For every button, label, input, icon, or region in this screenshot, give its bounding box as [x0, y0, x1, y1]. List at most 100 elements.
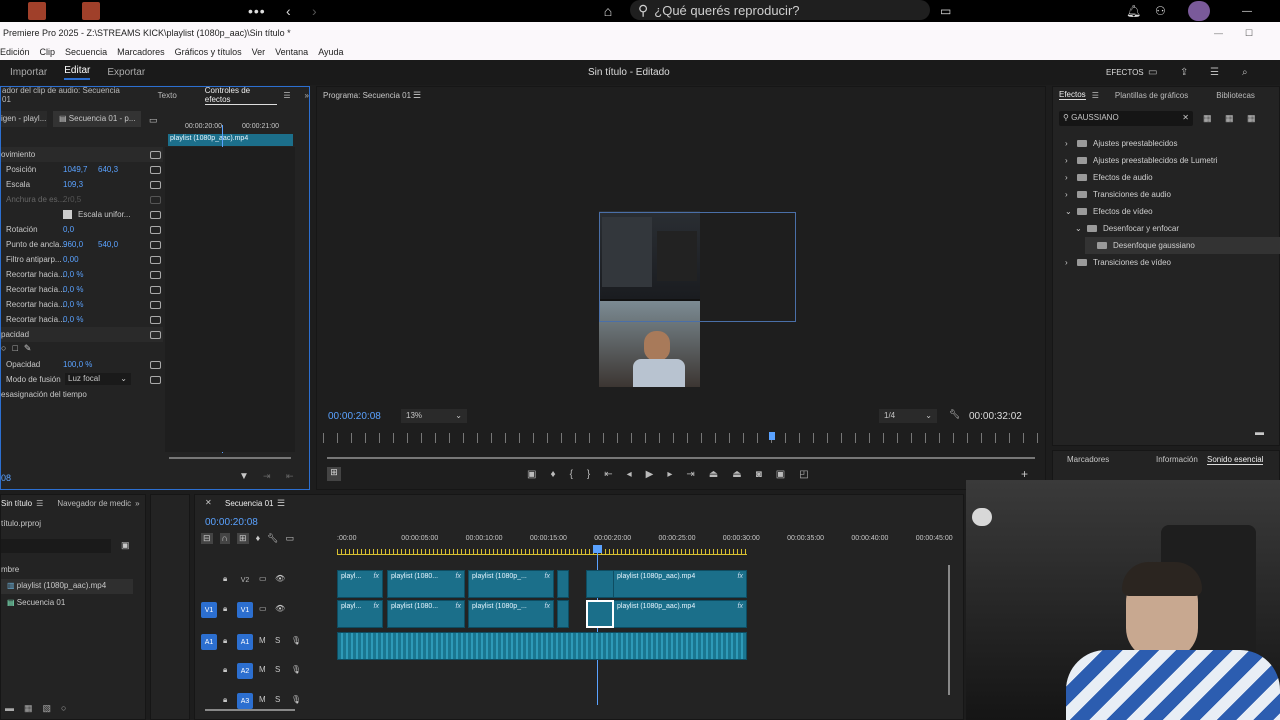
- effects-menu-icon[interactable]: ☰: [1092, 91, 1099, 100]
- effect-row[interactable]: Anchura de es... 2r0,5: [1, 192, 81, 207]
- panel-icon[interactable]: ▭: [1148, 67, 1157, 78]
- tab-importar[interactable]: Importar: [10, 67, 47, 78]
- effect-row[interactable]: Punto de ancla... 960,0 540,0: [1, 237, 118, 252]
- timeline-h-scrollbar[interactable]: [205, 709, 295, 711]
- nest-icon[interactable]: ⊟: [201, 533, 213, 544]
- menu-icon[interactable]: ☰: [1210, 67, 1219, 78]
- timeline-clip-v1[interactable]: playlist (1080... fx: [387, 600, 465, 628]
- lock-icon[interactable]: 🔒︎: [223, 695, 227, 705]
- tab-exportar[interactable]: Exportar: [107, 67, 145, 78]
- effect-row[interactable]: Recortar hacia... 0,0 %: [1, 312, 83, 327]
- effect-row[interactable]: pacidad: [1, 327, 163, 342]
- timeline-tab[interactable]: Secuencia 01: [225, 499, 273, 508]
- timeline-v-scrollbar[interactable]: [948, 565, 950, 695]
- chevron-icon[interactable]: ›: [1065, 139, 1073, 148]
- project-item-sequence[interactable]: ▤ Secuencia 01: [1, 596, 133, 611]
- menu-ayuda[interactable]: Ayuda: [318, 47, 343, 57]
- reset-icon[interactable]: [150, 286, 161, 294]
- effects-tree-item[interactable]: ⌄ Desenfocar y enfocar: [1075, 220, 1179, 237]
- rect-mask-icon[interactable]: □: [12, 343, 17, 354]
- chevron-icon[interactable]: ⌄: [1075, 224, 1083, 233]
- menu-marcadores[interactable]: Marcadores: [117, 47, 165, 57]
- sync-lock-icon[interactable]: ▭: [259, 604, 267, 613]
- zoom-slider[interactable]: ○: [61, 703, 66, 713]
- reset-blend-icon[interactable]: [150, 376, 161, 384]
- effects-search-input[interactable]: ⚲ GAUSSIANO ✕: [1059, 111, 1193, 126]
- reset-icon[interactable]: [150, 301, 161, 309]
- filter-icon[interactable]: ▼: [239, 471, 249, 482]
- import-icon[interactable]: ⇤: [286, 471, 294, 482]
- captions-icon[interactable]: ▭: [286, 533, 295, 544]
- chevron-icon[interactable]: ›: [1065, 156, 1073, 165]
- track-target-a1[interactable]: A1: [237, 634, 253, 650]
- effect-row[interactable]: Filtro antiparp... 0,00: [1, 252, 79, 267]
- mute-button[interactable]: M: [259, 695, 266, 704]
- effect-row[interactable]: Recortar hacia... 0,0 %: [1, 297, 83, 312]
- more-icon[interactable]: •••: [248, 0, 266, 22]
- timeline-clip-v2[interactable]: playlist (1080p_... fx: [468, 570, 554, 598]
- timeline-clip-v2-small[interactable]: [557, 570, 569, 598]
- export-frame-icon[interactable]: ◙: [756, 469, 762, 483]
- reset-opacity-icon[interactable]: [150, 361, 161, 369]
- home-icon[interactable]: ⌂: [598, 0, 618, 22]
- program-playhead[interactable]: [769, 432, 775, 440]
- share-icon[interactable]: ⇪: [1180, 67, 1188, 78]
- menu-edicion[interactable]: Edición: [0, 47, 30, 57]
- timeline-menu-icon[interactable]: ☰: [277, 498, 285, 509]
- eye-icon[interactable]: 👁︎: [275, 604, 285, 613]
- reset-icon[interactable]: [150, 211, 161, 219]
- lock-icon[interactable]: 🔒︎: [223, 636, 227, 646]
- settings-icon[interactable]: 🔧︎: [267, 533, 278, 544]
- effects-tree-item[interactable]: › Transiciones de audio: [1065, 186, 1171, 203]
- panel-menu-icon[interactable]: ☰: [283, 91, 290, 100]
- source-patch-v1[interactable]: V1: [201, 602, 217, 618]
- effect-row-value[interactable]: 0,00: [63, 255, 79, 264]
- effect-row-value[interactable]: 0,0 %: [63, 270, 83, 279]
- project-item-clip[interactable]: ▥ playlist (1080p_aac).mp4: [1, 579, 133, 594]
- program-menu-icon[interactable]: ☰: [413, 90, 421, 101]
- ec-clip-bar[interactable]: playlist (1080p_aac).mp4: [168, 134, 293, 146]
- effect-row[interactable]: Escala unifor...: [1, 207, 130, 222]
- program-timecode[interactable]: 00:00:20:08: [328, 411, 381, 422]
- extract-icon[interactable]: ⏏: [732, 469, 741, 483]
- search-input[interactable]: ⚲ ¿Qué querés reproducir?: [630, 0, 930, 20]
- project-search[interactable]: [1, 539, 111, 553]
- effect-row-value-2[interactable]: 540,0: [98, 240, 118, 249]
- effects-workspace-label[interactable]: EFECTOS: [1106, 68, 1144, 77]
- add-marker-icon[interactable]: ▣: [527, 469, 536, 483]
- go-to-in-icon[interactable]: ⇤: [604, 469, 612, 483]
- linked-icon[interactable]: ⊞: [237, 533, 249, 544]
- pen-mask-icon[interactable]: ✎: [24, 343, 32, 354]
- expand-icon[interactable]: »: [135, 499, 139, 508]
- minimize-button[interactable]: —: [1214, 28, 1223, 38]
- timeline-clip-v2[interactable]: playlist (1080p_aac).mp4 fx: [613, 570, 747, 598]
- reset-icon[interactable]: [150, 316, 161, 324]
- timeline-clip-v1[interactable]: playl... fx: [337, 600, 383, 628]
- effect-row-value[interactable]: 0,0: [63, 225, 74, 234]
- tab-project[interactable]: Sin título: [1, 499, 32, 508]
- chevron-icon[interactable]: ⌄: [1065, 207, 1073, 216]
- freeform-view-icon[interactable]: ▧: [43, 703, 52, 713]
- source-dropdown[interactable]: igen - playl...: [1, 111, 47, 127]
- timeline-clip-v2-small[interactable]: [586, 570, 614, 598]
- program-scrollbar[interactable]: [327, 457, 1035, 459]
- effects-tree-item[interactable]: › Ajustes preestablecidos: [1065, 135, 1178, 152]
- new-bin-icon[interactable]: ▬: [1255, 427, 1264, 437]
- compare-icon[interactable]: ▣: [776, 469, 785, 483]
- lock-icon[interactable]: 🔒︎: [223, 665, 227, 675]
- step-forward-icon[interactable]: ▸: [667, 469, 672, 483]
- effect-row-value[interactable]: 0,0 %: [63, 300, 83, 309]
- tab-effect-controls[interactable]: Controles de efectos: [204, 86, 278, 105]
- mark-in-icon[interactable]: {: [570, 469, 573, 483]
- work-area-bar[interactable]: [337, 549, 747, 555]
- effect-row[interactable]: Posición 1049,7 640,3: [1, 162, 118, 177]
- effect-row[interactable]: Escala 109,3: [1, 177, 83, 192]
- reset-icon[interactable]: [150, 271, 161, 279]
- clip-icon[interactable]: ▭: [149, 115, 158, 126]
- mic-icon[interactable]: 🎙︎: [291, 636, 301, 645]
- reset-icon[interactable]: [150, 166, 161, 174]
- effect-row-value[interactable]: 960,0: [63, 240, 83, 249]
- effect-row[interactable]: Rotación 0,0: [1, 222, 74, 237]
- timeline-clip-v1[interactable]: playlist (1080p_... fx: [468, 600, 554, 628]
- transform-bounding-box[interactable]: [599, 212, 796, 322]
